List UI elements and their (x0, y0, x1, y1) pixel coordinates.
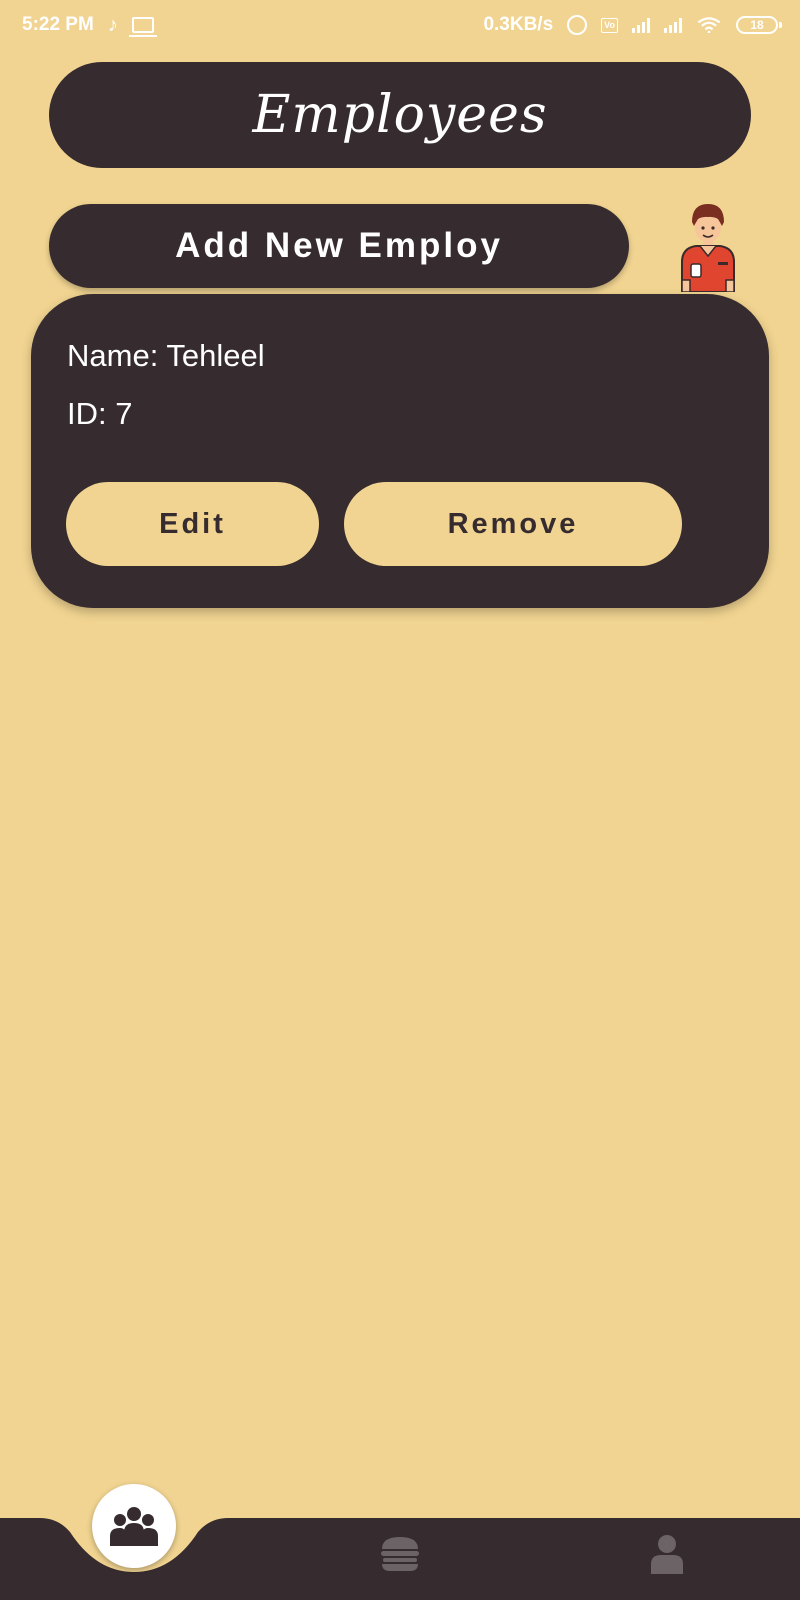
page-title: Employees (252, 85, 548, 145)
net-speed: 0.3KB/s (483, 14, 554, 35)
employee-avatar-icon (681, 204, 735, 292)
group-icon (110, 1507, 158, 1546)
nav-profile-tab[interactable] (645, 1532, 689, 1576)
wifi-icon (697, 17, 721, 33)
battery-icon: 18 (736, 16, 782, 34)
edit-button[interactable]: Edit (66, 482, 319, 566)
add-employee-button[interactable]: Add New Employ (49, 204, 629, 288)
page-header: Employees (49, 62, 751, 168)
tiktok-icon: ♪ (107, 13, 118, 36)
person-icon (651, 1535, 683, 1574)
status-time: 5:22 PM (22, 14, 94, 35)
signal-4g-icon (632, 17, 650, 33)
employee-id: ID: 7 (67, 396, 133, 431)
employee-card: Name: Tehleel ID: 7 Edit Remove (31, 294, 769, 608)
employee-name: Name: Tehleel (67, 338, 265, 373)
status-right: 0.3KB/s Vo 18 (483, 14, 782, 36)
nav-food-tab[interactable] (378, 1532, 422, 1576)
remove-button[interactable]: Remove (344, 482, 682, 566)
laptop-icon (128, 17, 157, 37)
status-left: 5:22 PM ♪ (22, 13, 157, 37)
status-bar: 5:22 PM ♪ 0.3KB/s Vo 18 (0, 0, 800, 50)
alarm-icon (567, 15, 588, 35)
signal-icon (664, 17, 682, 33)
burger-icon (381, 1537, 419, 1571)
battery-level: 18 (750, 18, 764, 32)
nav-employees-tab[interactable] (92, 1484, 176, 1568)
volte-icon: Vo (601, 17, 618, 33)
